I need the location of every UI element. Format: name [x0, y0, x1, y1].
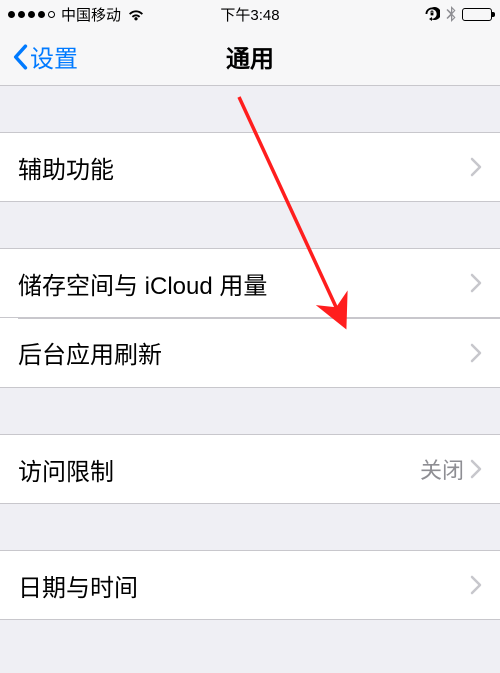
signal-strength-icon: [8, 11, 55, 18]
nav-bar: 设置 通用: [0, 28, 500, 86]
chevron-right-icon: [470, 273, 482, 293]
cell-label: 访问限制: [18, 452, 420, 487]
cell-datetime[interactable]: 日期与时间: [0, 550, 500, 620]
back-label: 设置: [30, 39, 78, 74]
chevron-right-icon: [470, 157, 482, 177]
back-button[interactable]: 设置: [4, 28, 86, 85]
battery-icon: [462, 8, 492, 21]
settings-group: 访问限制 关闭: [0, 434, 500, 504]
cell-value: 关闭: [420, 453, 464, 485]
rotation-lock-icon: [424, 6, 440, 22]
cell-label: 储存空间与 iCloud 用量: [18, 266, 470, 301]
settings-group: 辅助功能: [0, 132, 500, 202]
cell-label: 日期与时间: [18, 568, 470, 603]
chevron-right-icon: [470, 575, 482, 595]
carrier-label: 中国移动: [61, 4, 121, 25]
settings-group: 日期与时间: [0, 550, 500, 620]
chevron-left-icon: [12, 44, 28, 70]
page-title: 通用: [226, 39, 274, 74]
cell-label: 后台应用刷新: [18, 335, 470, 370]
cell-label: 辅助功能: [18, 150, 470, 185]
chevron-right-icon: [470, 343, 482, 363]
cell-background-refresh[interactable]: 后台应用刷新: [0, 318, 500, 388]
wifi-icon: [127, 8, 145, 21]
bluetooth-icon: [446, 6, 456, 22]
cell-storage[interactable]: 储存空间与 iCloud 用量: [0, 248, 500, 318]
status-bar: 中国移动 下午3:48: [0, 0, 500, 28]
chevron-right-icon: [470, 459, 482, 479]
settings-group: 储存空间与 iCloud 用量 后台应用刷新: [0, 248, 500, 388]
status-right: [424, 6, 492, 22]
cell-restrictions[interactable]: 访问限制 关闭: [0, 434, 500, 504]
status-left: 中国移动: [8, 4, 145, 25]
cell-accessibility[interactable]: 辅助功能: [0, 132, 500, 202]
